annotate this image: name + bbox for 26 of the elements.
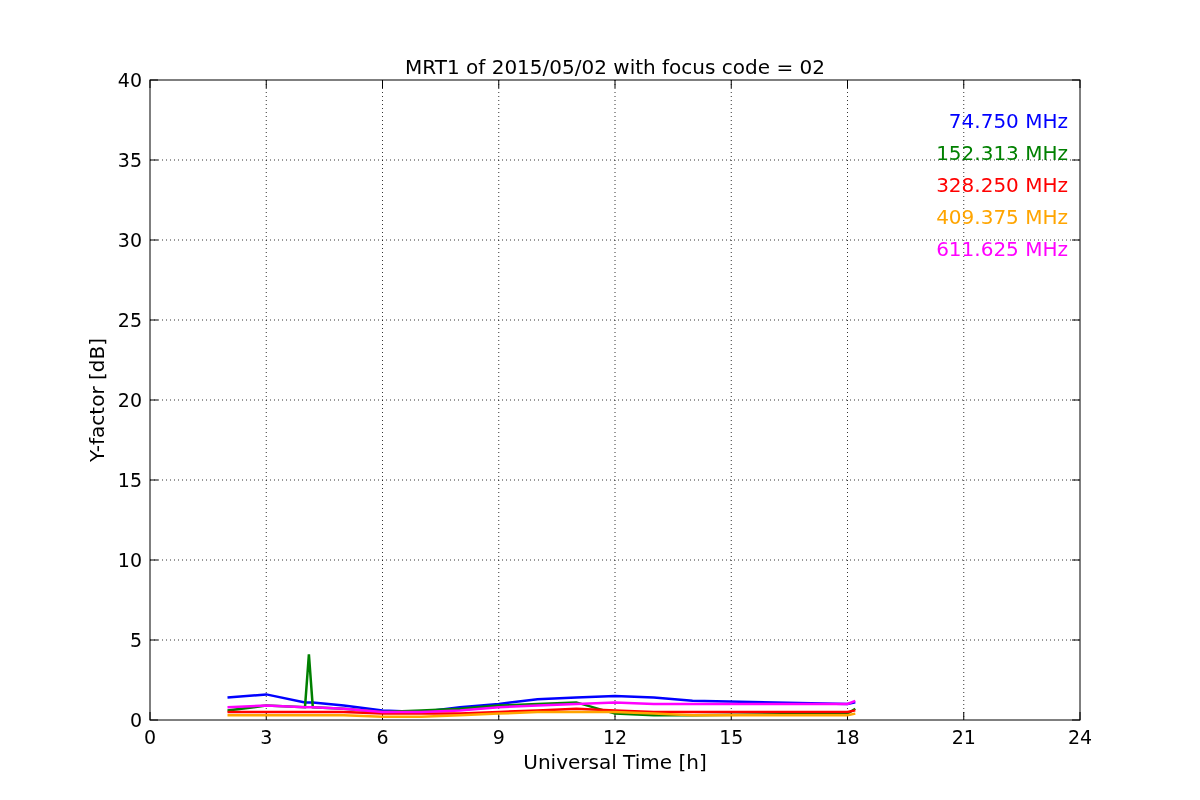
y-tick-label: 20	[117, 389, 142, 411]
legend-label: 152.313 MHz	[936, 141, 1068, 165]
legend-label: 611.625 MHz	[936, 237, 1068, 261]
y-tick-label: 0	[129, 709, 142, 731]
x-tick-label: 3	[260, 726, 273, 748]
legend-label: 409.375 MHz	[936, 205, 1068, 229]
y-tick-label: 15	[117, 469, 142, 491]
chart-title: MRT1 of 2015/05/02 with focus code = 02	[405, 55, 825, 79]
y-tick-label: 25	[117, 309, 142, 331]
legend-label: 74.750 MHz	[948, 109, 1068, 133]
x-tick-label: 24	[1067, 726, 1093, 748]
y-tick-label: 5	[129, 629, 142, 651]
x-tick-label: 15	[719, 726, 744, 748]
x-tick-label: 0	[143, 726, 157, 748]
y-tick-label: 35	[117, 149, 142, 171]
x-axis-label: Universal Time [h]	[523, 750, 707, 774]
y-tick-label: 40	[117, 69, 142, 91]
x-tick-label: 12	[602, 726, 628, 748]
legend-label: 328.250 MHz	[936, 173, 1068, 197]
x-tick-label: 6	[376, 726, 389, 748]
x-tick-label: 9	[492, 726, 505, 748]
x-tick-label: 21	[951, 726, 976, 748]
x-tick-label: 18	[835, 726, 860, 748]
y-tick-label: 10	[117, 549, 142, 571]
y-axis-label: Y-factor [dB]	[85, 338, 109, 462]
y-tick-label: 30	[117, 229, 142, 251]
